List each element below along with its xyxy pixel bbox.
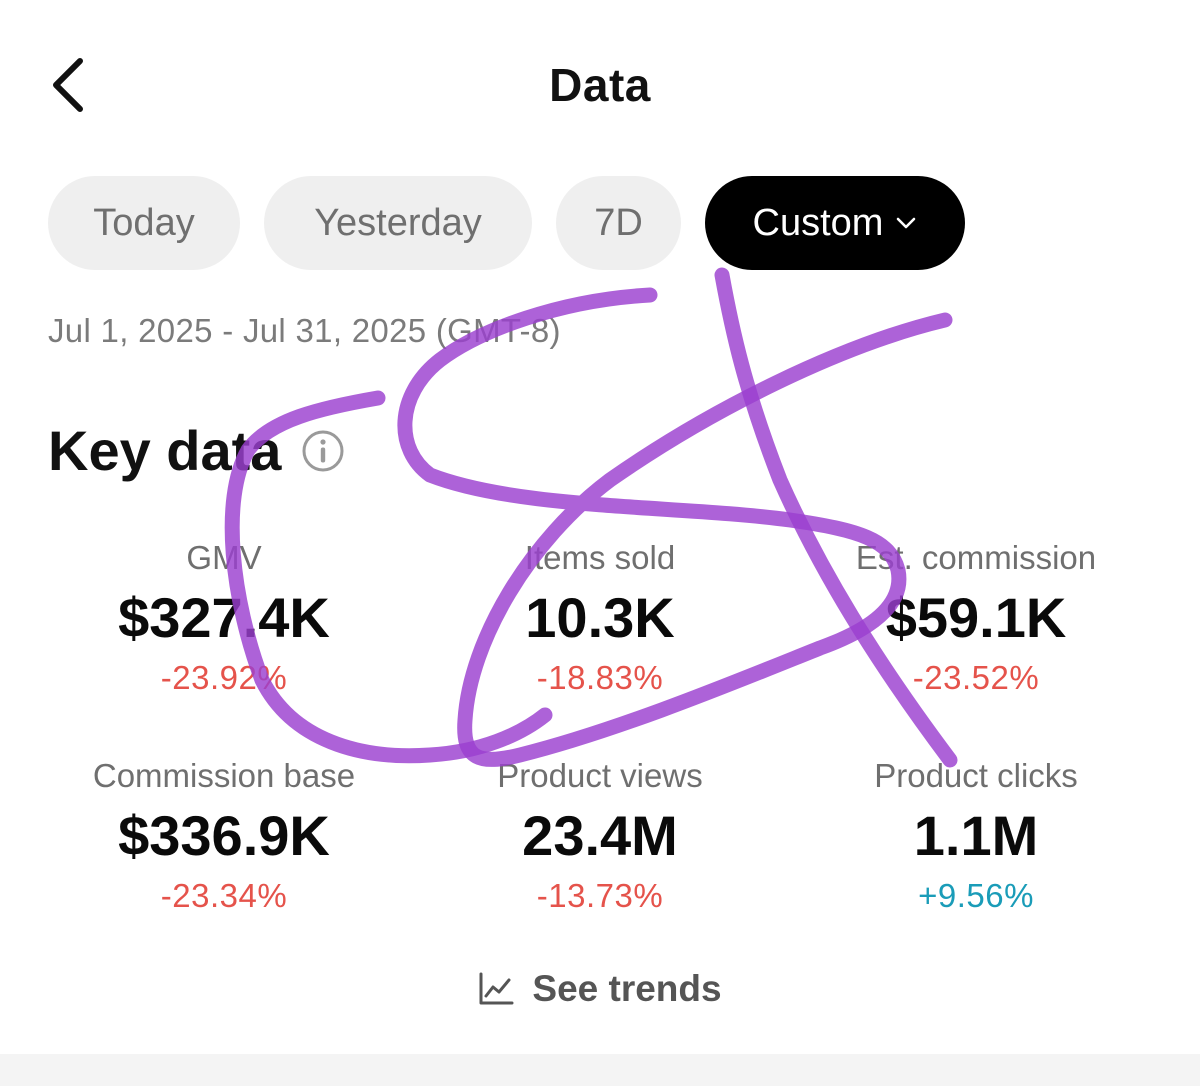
metric-commission-base[interactable]: Commission base $336.9K -23.34% bbox=[36, 754, 412, 954]
metric-value: $336.9K bbox=[118, 804, 330, 867]
filter-7d[interactable]: 7D bbox=[556, 176, 681, 270]
filter-custom[interactable]: Custom bbox=[705, 176, 965, 270]
filter-yesterday[interactable]: Yesterday bbox=[264, 176, 532, 270]
metric-label: GMV bbox=[186, 539, 262, 576]
metric-change: -18.83% bbox=[536, 659, 664, 696]
page-title: Data bbox=[549, 59, 651, 111]
filter-today[interactable]: Today bbox=[48, 176, 240, 270]
metric-label: Commission base bbox=[92, 757, 356, 794]
see-trends-link[interactable]: See trends bbox=[0, 968, 1200, 1010]
metric-change: -13.73% bbox=[536, 877, 664, 914]
metric-change: -23.52% bbox=[912, 659, 1040, 696]
metric-label: Items sold bbox=[524, 539, 676, 576]
metric-change: -23.92% bbox=[160, 659, 288, 696]
metric-label: Product clicks bbox=[874, 757, 1078, 794]
key-metrics-grid: GMV $327.4K -23.92% Items sold 10.3K -18… bbox=[36, 536, 1164, 954]
metric-value: 10.3K bbox=[525, 586, 675, 649]
metric-change: +9.56% bbox=[918, 877, 1034, 914]
data-page: Data Today Yesterday 7D Custom Jul 1, 20… bbox=[0, 0, 1200, 1086]
metric-label: Product views bbox=[497, 757, 703, 794]
bottom-divider bbox=[0, 1054, 1200, 1086]
metric-value: 23.4M bbox=[522, 804, 678, 867]
key-data-header: Key data bbox=[48, 418, 345, 483]
filter-custom-label: Custom bbox=[752, 201, 884, 244]
metric-value: $59.1K bbox=[885, 586, 1067, 649]
metric-items-sold[interactable]: Items sold 10.3K -18.83% bbox=[412, 536, 788, 754]
metric-product-views[interactable]: Product views 23.4M -13.73% bbox=[412, 754, 788, 954]
date-range-text: Jul 1, 2025 - Jul 31, 2025 (GMT-8) bbox=[48, 312, 561, 349]
metric-est-commission[interactable]: Est. commission $59.1K -23.52% bbox=[788, 536, 1164, 754]
chevron-down-icon bbox=[897, 217, 916, 229]
see-trends-label: See trends bbox=[532, 968, 722, 1009]
info-icon[interactable] bbox=[301, 429, 345, 473]
metric-value: 1.1M bbox=[913, 804, 1039, 867]
date-filter-tabs: Today Yesterday 7D Custom bbox=[48, 176, 965, 270]
metric-product-clicks[interactable]: Product clicks 1.1M +9.56% bbox=[788, 754, 1164, 954]
line-chart-icon bbox=[479, 972, 514, 1005]
metric-gmv[interactable]: GMV $327.4K -23.92% bbox=[36, 536, 412, 754]
metric-value: $327.4K bbox=[118, 586, 330, 649]
metric-label: Est. commission bbox=[855, 539, 1097, 576]
key-data-title: Key data bbox=[48, 419, 282, 482]
metric-change: -23.34% bbox=[160, 877, 288, 914]
